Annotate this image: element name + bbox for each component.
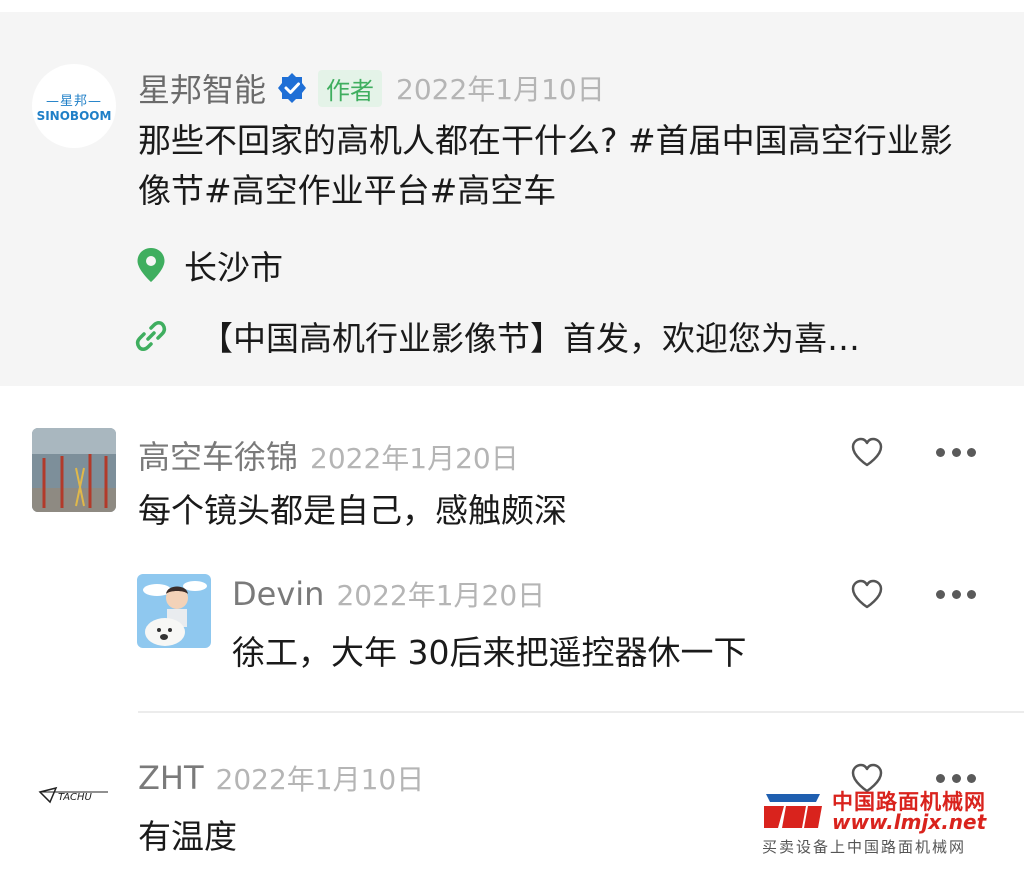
warehouse-photo-icon (32, 428, 116, 512)
site-watermark: 中国路面机械网 www.lmjx.net 买卖设备上中国路面机械网 (762, 784, 1018, 856)
avatar-logo-text: TACHU (58, 792, 93, 803)
commenter-avatar[interactable] (32, 428, 116, 512)
tachu-logo-icon: TACHU (38, 786, 108, 804)
more-options-icon[interactable] (936, 588, 976, 600)
reply-text: 徐工，大年 30后来把遥控器休一下 (232, 633, 747, 672)
post-header: 星邦智能 作者 2022年1月10日 (138, 69, 605, 109)
comment-header: ZHT 2022年1月10日 (138, 758, 424, 798)
like-heart-icon[interactable] (850, 436, 884, 468)
comment-header: 高空车徐锦 2022年1月20日 (138, 432, 519, 478)
more-options-icon[interactable] (936, 772, 976, 784)
link-text: 【中国高机行业影像节】首发，欢迎您为喜… (200, 319, 860, 358)
lmjx-logo-icon (764, 794, 822, 828)
comment-date: 2022年1月20日 (310, 442, 519, 475)
post-body-text: 那些不回家的高机人都在干什么? #首届中国高空行业影像节#高空作业平台#高空车 (138, 121, 953, 210)
post-date: 2022年1月10日 (396, 73, 605, 106)
original-post-card: —星邦— SINOBOOM 星邦智能 作者 2022年1月10日 那些不回家的高… (0, 12, 1024, 386)
reply-header: Devin 2022年1月20日 (232, 574, 545, 614)
comment-date: 2022年1月10日 (215, 763, 425, 796)
like-heart-icon[interactable] (850, 578, 884, 610)
verified-check-icon (278, 73, 307, 103)
comment-divider (138, 711, 1024, 713)
link-row[interactable]: 【中国高机行业影像节】首发，欢迎您为喜… (134, 314, 1004, 358)
more-options-icon[interactable] (936, 446, 976, 458)
location-text: 长沙市 (184, 248, 283, 287)
reply-date: 2022年1月20日 (336, 579, 546, 612)
author-avatar[interactable]: —星邦— SINOBOOM (32, 64, 116, 148)
location-pin-icon (137, 248, 165, 282)
reply-author-name[interactable]: Devin (232, 575, 324, 613)
commenter-name[interactable]: ZHT (138, 759, 204, 797)
comment-text: 每个镜头都是自己，感触颇深 (138, 491, 567, 530)
reply-avatar[interactable] (137, 574, 211, 648)
link-icon (135, 321, 167, 351)
watermark-url[interactable]: www.lmjx.net (832, 810, 986, 834)
logo-text-cn: —星邦— (45, 93, 102, 109)
location-row[interactable]: 长沙市 (136, 245, 283, 287)
logo-text-en: SINOBOOM (36, 108, 112, 123)
boy-with-dog-avatar-icon (137, 574, 211, 648)
comment-text: 有温度 (138, 817, 237, 856)
watermark-tagline: 买卖设备上中国路面机械网 (762, 838, 967, 856)
author-badge: 作者 (318, 69, 383, 107)
commenter-avatar[interactable]: TACHU (32, 762, 116, 822)
post-author-name[interactable]: 星邦智能 (138, 65, 266, 111)
commenter-name[interactable]: 高空车徐锦 (138, 432, 298, 478)
